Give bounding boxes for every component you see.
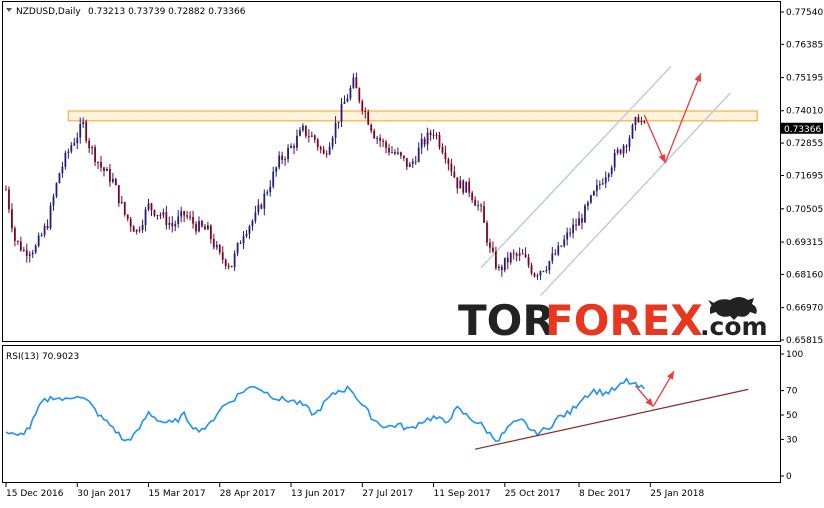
last-price-badge: 0.73366 xyxy=(781,122,823,135)
y-tick-label: 0.74010 xyxy=(786,107,823,117)
rsi-y-tick-label: 50 xyxy=(786,411,798,421)
y-tick: 0.70505 xyxy=(780,205,823,215)
rsi-header: RSI(13) 70.9023 xyxy=(6,352,79,362)
y-tick-label: 0.68160 xyxy=(786,270,823,280)
x-tick-label: 30 Jan 2017 xyxy=(77,489,131,499)
y-tick: 0.74010 xyxy=(780,107,823,117)
candle xyxy=(123,201,126,217)
y-tick: 0.76385 xyxy=(780,40,823,50)
x-tick-label: 25 Oct 2017 xyxy=(505,489,561,499)
x-tick-label: 27 Jul 2017 xyxy=(362,489,413,499)
y-tick: 0.66970 xyxy=(780,304,823,314)
candle xyxy=(8,186,10,213)
candle xyxy=(358,87,361,104)
y-tick-label: 0.76385 xyxy=(786,40,823,50)
candle xyxy=(465,181,468,193)
y-tick-label: 0.72855 xyxy=(786,139,823,149)
y-tick-label: 0.70505 xyxy=(786,205,823,215)
y-tick-label: 0.69315 xyxy=(786,238,823,248)
candle xyxy=(486,220,488,247)
y-tick: 0.71695 xyxy=(780,172,823,182)
candle xyxy=(55,182,58,199)
torforex-logo: TOR FOREX .com xyxy=(458,296,768,345)
y-tick: 0.77540 xyxy=(780,8,823,18)
y-tick: 0.65815 xyxy=(780,336,823,346)
rsi-y-tick-label: 100 xyxy=(786,350,803,360)
candle xyxy=(584,203,586,223)
price-panel-frame xyxy=(2,1,781,342)
candle xyxy=(462,179,465,195)
x-tick-label: 11 Sep 2017 xyxy=(434,489,491,499)
y-tick: 0.72855 xyxy=(780,139,823,149)
chart-root: TOR FOREX .com NZDUSD,Daily 0.73213 0.73… xyxy=(0,0,824,504)
candle xyxy=(58,172,61,184)
x-tick-label: 8 Dec 2017 xyxy=(579,489,631,499)
chart-canvas: TOR FOREX .com NZDUSD,Daily 0.73213 0.73… xyxy=(0,0,824,504)
y-tick-label: 0.65815 xyxy=(786,336,823,346)
x-tick-label: 25 Jan 2018 xyxy=(650,489,704,499)
resistance-zone-rect xyxy=(67,110,758,122)
logo-forex-text: FOREX xyxy=(545,296,703,345)
candle xyxy=(85,119,88,144)
rsi-panel-frame xyxy=(2,345,781,483)
y-tick-label: 0.75195 xyxy=(786,74,823,84)
x-tick-label: 15 Mar 2017 xyxy=(149,489,206,499)
support-zone xyxy=(67,110,758,122)
y-tick: 0.69315 xyxy=(780,238,823,248)
y-tick: 0.75195 xyxy=(780,74,823,84)
y-tick-label: 0.71695 xyxy=(786,172,823,182)
y-tick-label: 0.66970 xyxy=(786,304,823,314)
logo-tor-text: TOR xyxy=(458,296,555,345)
x-tick-label: 28 Apr 2017 xyxy=(220,489,276,499)
last-price-value: 0.73366 xyxy=(784,125,821,135)
rsi-y-tick-label: 70 xyxy=(786,387,798,397)
x-tick-label: 13 Jun 2017 xyxy=(291,489,345,499)
ohlc-values: 0.73213 0.73739 0.72882 0.73366 xyxy=(88,7,246,17)
y-tick: 0.68160 xyxy=(780,270,823,280)
rsi-y-tick-label: 30 xyxy=(786,435,798,445)
x-tick-label: 15 Dec 2016 xyxy=(6,489,64,499)
rsi-y-tick-label: 0 xyxy=(786,472,792,482)
candle xyxy=(49,202,52,230)
y-tick-label: 0.77540 xyxy=(786,8,823,18)
symbol-label: NZDUSD,Daily xyxy=(16,7,81,17)
candle xyxy=(631,123,634,140)
symbol-header: NZDUSD,Daily 0.73213 0.73739 0.72882 0.7… xyxy=(6,7,246,17)
